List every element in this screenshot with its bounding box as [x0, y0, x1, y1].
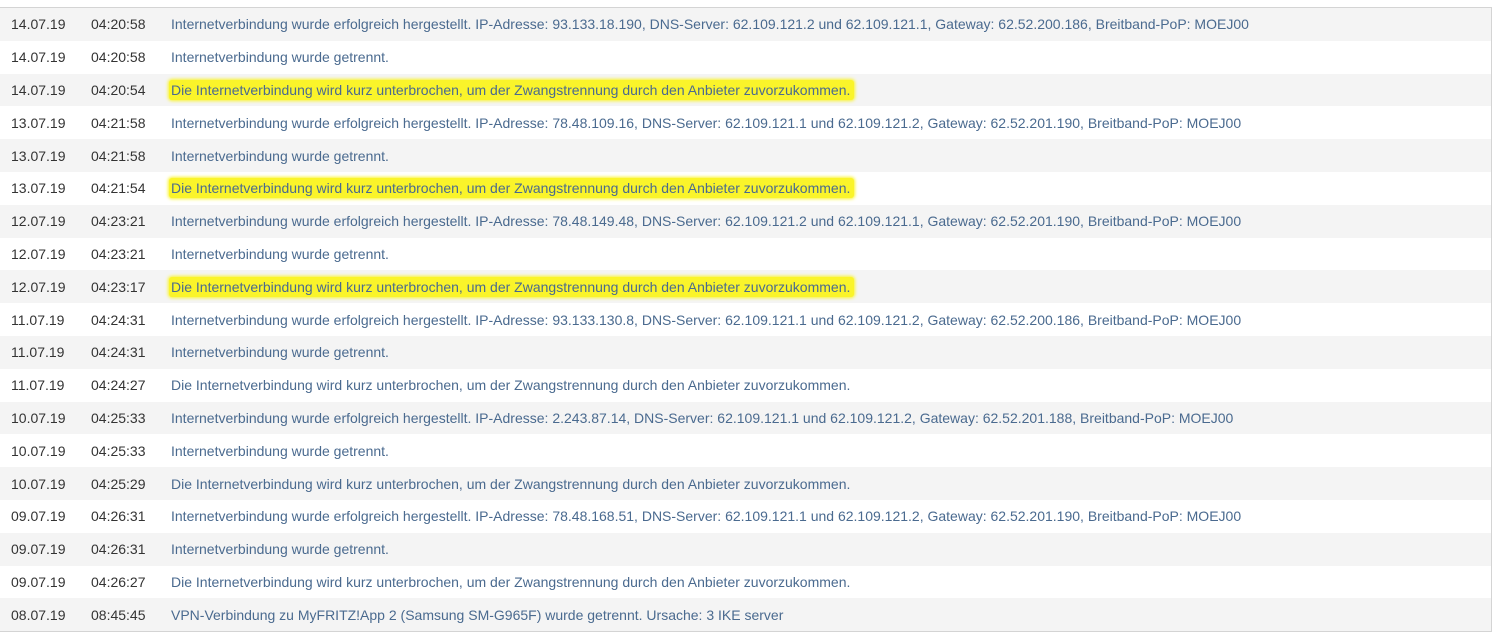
log-time: 04:25:33: [91, 442, 146, 459]
log-time: 04:26:27: [91, 573, 146, 590]
log-date: 09.07.19: [11, 508, 66, 525]
event-log-table: 14.07.19 04:20:58 Internetverbindung wur…: [0, 7, 1492, 633]
log-date: 11.07.19: [11, 344, 65, 361]
log-date: 08.07.19: [11, 606, 66, 623]
log-row: 10.07.19 04:25:29 Die Internetverbindung…: [0, 467, 1491, 500]
log-date: 11.07.19: [11, 377, 65, 394]
log-date: 13.07.19: [11, 147, 66, 164]
log-row: 13.07.19 04:21:58 Internetverbindung wur…: [0, 139, 1491, 172]
log-message: Internetverbindung wurde erfolgreich her…: [171, 16, 1249, 33]
log-date: 10.07.19: [11, 442, 66, 459]
log-time: 04:23:17: [91, 278, 146, 295]
log-time: 04:21:54: [91, 180, 146, 197]
log-time: 08:45:45: [91, 606, 146, 623]
log-row: 13.07.19 04:21:54 Die Internetverbindung…: [0, 171, 1491, 205]
log-date: 12.07.19: [11, 213, 66, 230]
log-date: 14.07.19: [11, 16, 66, 33]
log-time: 04:25:29: [91, 475, 146, 492]
log-date: 09.07.19: [11, 573, 66, 590]
log-date: 10.07.19: [11, 409, 66, 426]
log-message: Die Internetverbindung wird kurz unterbr…: [171, 573, 851, 590]
log-message: Die Internetverbindung wird kurz unterbr…: [171, 377, 851, 394]
log-message: VPN-Verbindung zu MyFRITZ!App 2 (Samsung…: [171, 606, 784, 623]
log-row: 14.07.19 04:20:54 Die Internetverbindung…: [0, 73, 1491, 107]
log-date: 13.07.19: [11, 180, 66, 197]
log-date: 09.07.19: [11, 541, 66, 558]
log-row: 11.07.19 04:24:31 Internetverbindung wur…: [0, 335, 1491, 369]
log-time: 04:23:21: [91, 245, 146, 262]
log-time: 04:21:58: [91, 114, 146, 131]
log-time: 04:20:58: [91, 16, 146, 33]
log-message: Die Internetverbindung wird kurz unterbr…: [171, 475, 851, 492]
log-row: 09.07.19 04:26:31 Internetverbindung wur…: [0, 499, 1491, 533]
log-date: 10.07.19: [11, 475, 66, 492]
log-message: Internetverbindung wurde erfolgreich her…: [171, 508, 1242, 525]
log-date: 14.07.19: [11, 81, 66, 98]
log-message-highlighted: Die Internetverbindung wird kurz unterbr…: [169, 178, 855, 199]
log-message: Internetverbindung wurde getrennt.: [171, 344, 389, 361]
log-date: 12.07.19: [11, 245, 66, 262]
log-row: 08.07.19 08:45:45 VPN-Verbindung zu MyFR…: [0, 598, 1491, 632]
log-row: 12.07.19 04:23:21 Internetverbindung wur…: [0, 204, 1491, 238]
log-time: 04:20:54: [91, 81, 146, 98]
log-row: 09.07.19 04:26:31 Internetverbindung wur…: [0, 532, 1491, 566]
log-time: 04:23:21: [91, 213, 146, 230]
log-time: 04:21:58: [91, 147, 146, 164]
log-row: 11.07.19 04:24:27 Die Internetverbindung…: [0, 368, 1491, 402]
log-date: 13.07.19: [11, 114, 66, 131]
log-row: 10.07.19 04:25:33 Internetverbindung wur…: [0, 434, 1491, 468]
log-time: 04:25:33: [91, 409, 146, 426]
log-row: 10.07.19 04:25:33 Internetverbindung wur…: [0, 401, 1491, 435]
log-message: Internetverbindung wurde getrennt.: [171, 49, 389, 66]
log-row: 13.07.19 04:21:58 Internetverbindung wur…: [0, 106, 1491, 140]
log-message: Internetverbindung wurde getrennt.: [171, 442, 389, 459]
log-row: 14.07.19 04:20:58 Internetverbindung wur…: [0, 8, 1491, 41]
log-row: 11.07.19 04:24:31 Internetverbindung wur…: [0, 303, 1491, 336]
log-row: 09.07.19 04:26:27 Die Internetverbindung…: [0, 565, 1491, 599]
log-message-highlighted: Die Internetverbindung wird kurz unterbr…: [169, 276, 855, 297]
log-date: 12.07.19: [11, 278, 66, 295]
log-time: 04:24:27: [91, 377, 146, 394]
log-time: 04:24:31: [91, 344, 146, 361]
log-row: 12.07.19 04:23:17 Die Internetverbindung…: [0, 270, 1491, 304]
log-message: Internetverbindung wurde getrennt.: [171, 541, 389, 558]
log-date: 14.07.19: [11, 49, 66, 66]
log-row: 14.07.19 04:20:58 Internetverbindung wur…: [0, 40, 1491, 74]
log-message: Internetverbindung wurde erfolgreich her…: [171, 409, 1234, 426]
log-time: 04:26:31: [91, 541, 146, 558]
log-message: Internetverbindung wurde erfolgreich her…: [171, 213, 1242, 230]
log-row: 12.07.19 04:23:21 Internetverbindung wur…: [0, 237, 1491, 271]
log-message: Internetverbindung wurde erfolgreich her…: [171, 311, 1242, 328]
log-time: 04:26:31: [91, 508, 146, 525]
log-date: 11.07.19: [11, 311, 65, 328]
log-message: Internetverbindung wurde getrennt.: [171, 147, 389, 164]
log-message: Internetverbindung wurde erfolgreich her…: [171, 114, 1242, 131]
log-time: 04:20:58: [91, 49, 146, 66]
log-message: Internetverbindung wurde getrennt.: [171, 245, 389, 262]
log-time: 04:24:31: [91, 311, 146, 328]
log-message-highlighted: Die Internetverbindung wird kurz unterbr…: [169, 79, 855, 100]
